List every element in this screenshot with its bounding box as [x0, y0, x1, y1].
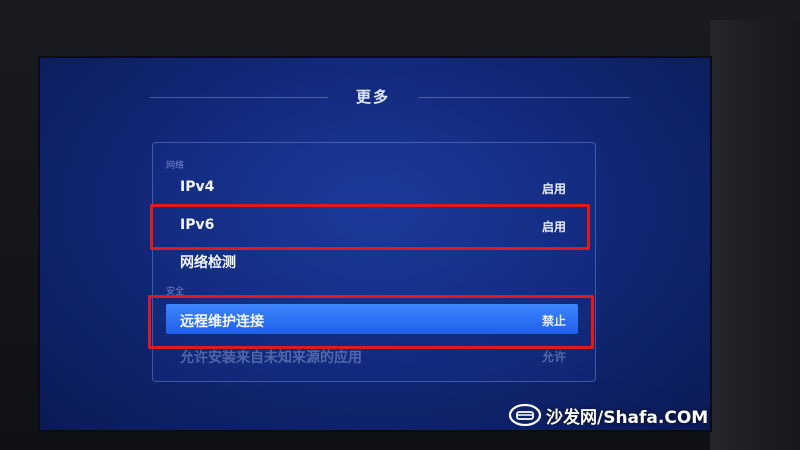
annotation-box-remote-maintenance [148, 295, 594, 349]
setting-value: 允许 [541, 350, 566, 364]
tv-frame: 更多 网络 IPv4 启用 IPv6 启用 网络检测 安全 远程维护连接 禁止 … [0, 0, 800, 450]
page-header: 更多 [150, 86, 630, 110]
header-divider-left [150, 97, 328, 98]
setting-label: 网络检测 [180, 255, 236, 271]
tv-bezel [710, 20, 800, 450]
setting-label: 允许安装来自未知来源的应用 [180, 350, 362, 366]
watermark: 沙发网/Shafa.COM [508, 400, 708, 430]
setting-row-ipv4[interactable]: IPv4 启用 [166, 172, 578, 202]
annotation-box-ipv6 [150, 204, 590, 250]
setting-label: IPv4 [180, 179, 215, 195]
setting-value: 启用 [541, 182, 566, 196]
header-divider-right [418, 97, 630, 98]
sofa-logo-icon [508, 403, 542, 427]
section-label-network: 网络 [166, 161, 185, 171]
watermark-text: 沙发网/Shafa.COM [546, 407, 709, 428]
page-title: 更多 [355, 88, 390, 106]
